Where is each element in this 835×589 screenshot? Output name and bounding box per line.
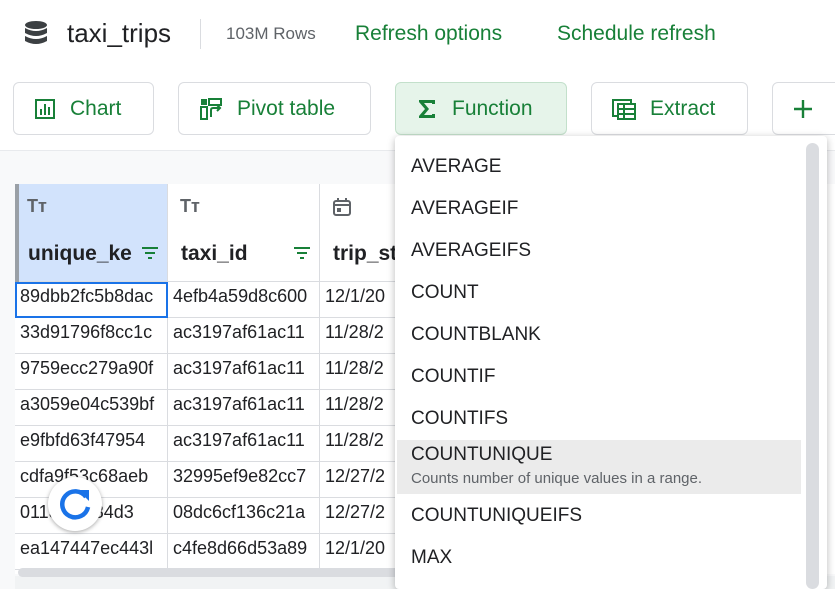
table-cell[interactable]: e9fbfd63f47954: [15, 426, 168, 462]
column-selection-indicator: [15, 184, 19, 282]
function-item-countif[interactable]: COUNTIF: [395, 366, 801, 388]
text-type-icon: Tт: [180, 196, 200, 216]
table-cell[interactable]: 33d91796f8cc1c: [15, 318, 168, 354]
function-name: COUNTUNIQUE: [411, 444, 553, 465]
extract-icon: [612, 98, 636, 120]
filter-icon[interactable]: [141, 246, 159, 260]
sigma-icon: [419, 99, 435, 118]
function-name: AVERAGE: [411, 156, 502, 177]
table-cell[interactable]: 08dc6cf136c21a: [168, 498, 320, 534]
function-name: COUNTIF: [411, 366, 496, 387]
schedule-refresh-link[interactable]: Schedule refresh: [557, 22, 716, 46]
refresh-options-link[interactable]: Refresh options: [355, 22, 502, 46]
pivot-table-button-label: Pivot table: [237, 96, 336, 120]
function-item-average[interactable]: AVERAGE: [395, 156, 801, 178]
calendar-icon: [333, 198, 351, 216]
table-cell[interactable]: ea147447ec443l: [15, 534, 168, 570]
table-cell[interactable]: a3059e04c539bf: [15, 390, 168, 426]
function-name: COUNTUNIQUEIFS: [411, 505, 582, 526]
extract-button-label: Extract: [650, 96, 716, 120]
table-cell[interactable]: ac3197af61ac11: [168, 390, 320, 426]
function-name: AVERAGEIFS: [411, 240, 532, 261]
database-icon: [25, 21, 47, 44]
function-item-averageif[interactable]: AVERAGEIF: [395, 198, 801, 220]
table-cell[interactable]: 89dbb2fc5b8dac: [15, 282, 168, 318]
function-name: MAX: [411, 547, 453, 568]
function-item-countblank[interactable]: COUNTBLANK: [395, 324, 801, 346]
function-item-count[interactable]: COUNT: [395, 282, 801, 304]
function-item-averageifs[interactable]: AVERAGEIFS: [395, 240, 801, 262]
dropdown-scrollbar[interactable]: [806, 143, 819, 589]
function-button[interactable]: Function: [395, 82, 567, 135]
table-cell[interactable]: 4efb4a59d8c600: [168, 282, 320, 318]
table-cell[interactable]: ac3197af61ac11: [168, 354, 320, 390]
function-name: AVERAGEIF: [411, 198, 519, 219]
refresh-icon: [60, 489, 91, 520]
table-cell[interactable]: ac3197af61ac11: [168, 318, 320, 354]
function-name: COUNTBLANK: [411, 324, 541, 345]
function-item-max[interactable]: MAX: [395, 547, 801, 569]
column-header-taxi-id[interactable]: Tт taxi_id: [168, 184, 320, 282]
function-name: COUNTIFS: [411, 408, 509, 429]
row-count: 103M Rows: [226, 24, 316, 43]
pivot-table-button[interactable]: Pivot table: [178, 82, 371, 135]
function-item-countifs[interactable]: COUNTIFS: [395, 408, 801, 430]
header: taxi_trips 103M Rows Refresh options Sch…: [0, 0, 835, 70]
dataset-title: taxi_trips: [67, 18, 172, 48]
chart-button[interactable]: Chart: [13, 82, 154, 135]
table-cell[interactable]: c4fe8d66d53a89: [168, 534, 320, 570]
pivot-table-icon: [200, 97, 222, 120]
filter-icon[interactable]: [293, 246, 311, 260]
horizontal-scrollbar[interactable]: [18, 568, 408, 577]
chart-icon: [35, 98, 55, 119]
column-name: unique_ke: [28, 242, 132, 265]
header-divider: [200, 19, 201, 49]
function-item-countunique[interactable]: COUNTUNIQUE Counts number of unique value…: [397, 440, 801, 494]
text-type-icon: Tт: [27, 196, 47, 216]
plus-icon: [794, 99, 812, 118]
chart-button-label: Chart: [70, 96, 122, 120]
extract-button[interactable]: Extract: [591, 82, 748, 135]
function-dropdown: AVERAGE AVERAGEIF AVERAGEIFS COUNT COUNTBLAN…: [395, 136, 827, 589]
table-cell[interactable]: 9759ecc279a90f: [15, 354, 168, 390]
function-button-label: Function: [452, 96, 533, 120]
function-item-countuniqueifs[interactable]: COUNTUNIQUEIFS: [395, 505, 801, 527]
column-header-unique-key[interactable]: Tт unique_ke: [15, 184, 168, 282]
column-name: taxi_id: [181, 242, 248, 265]
table-cell[interactable]: ac3197af61ac11: [168, 426, 320, 462]
function-name: COUNT: [411, 282, 479, 303]
function-description: Counts number of unique values in a rang…: [411, 470, 703, 487]
add-button[interactable]: [772, 82, 835, 135]
table-cell[interactable]: 32995ef9e82cc7: [168, 462, 320, 498]
refresh-button[interactable]: [48, 477, 102, 531]
column-name: trip_st: [333, 242, 398, 265]
